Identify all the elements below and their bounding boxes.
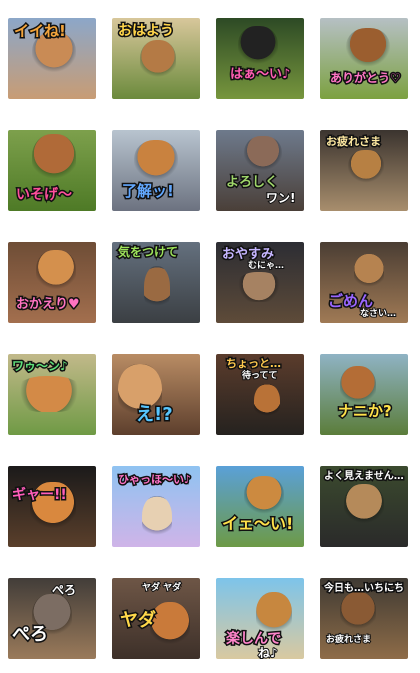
sticker-item[interactable]: お疲れさま [320,130,408,211]
sticker-item[interactable]: 気をつけて [112,242,200,323]
sticker-grid: イイね! おはよう はぁ〜い♪ ありがとう♡ いそげ〜 了解ッ! よろしく ワン! お疲れさまお… [8,18,408,659]
sticker-item[interactable]: 楽しんで ね♪ [216,578,304,659]
sticker-item[interactable]: ナニか? [320,354,408,435]
sticker-caption: はぁ〜い♪ [228,67,291,83]
sticker-item[interactable]: ヤダ ヤダ ヤダ [112,578,200,659]
sticker-item[interactable]: ギャー!! [8,466,96,547]
dog-image [344,484,384,526]
sticker-item[interactable]: おかえり♥ [8,242,96,323]
sticker-caption: ヤダ [119,610,158,631]
dog-image [14,376,84,412]
sticker-subcaption: ぺろ [51,583,77,597]
dog-image [254,384,280,420]
sticker-item[interactable]: よく見えません… [320,466,408,547]
dog-image [256,592,292,636]
sticker-caption: 了解ッ! [121,182,176,200]
dog-image [244,136,282,172]
sticker-caption: イェ〜い! [220,514,294,533]
sticker-caption: お疲れさま [325,135,383,149]
sticker-caption: ちょっと… [225,357,283,371]
sticker-item[interactable]: ワゥ〜ン♪ [8,354,96,435]
sticker-caption: ぺろ [11,624,50,645]
sticker-caption: ワゥ〜ン♪ [11,359,70,374]
dog-image [142,496,172,540]
sticker-caption: え!? [135,404,175,425]
sticker-caption: いそげ〜 [15,187,74,204]
sticker-item[interactable]: ちょっと… 待ってて [216,354,304,435]
sticker-caption: ありがとう♡ [329,71,403,86]
dog-image [354,254,384,290]
sticker-subcaption: なさい… [359,309,397,320]
sticker-item[interactable]: ひゃっほ〜い♪ [112,466,200,547]
sticker-caption: ナニか? [337,402,394,420]
sticker-item[interactable]: おやすみ むにゃ… [216,242,304,323]
sticker-subcaption: ヤダ ヤダ [141,583,182,594]
dog-image [238,26,278,66]
dog-image [346,28,390,68]
sticker-item[interactable]: いそげ〜 [8,130,96,211]
sticker-subcaption: 待ってて [241,371,279,382]
sticker-item[interactable]: イェ〜い! [216,466,304,547]
dog-image [348,150,384,184]
sticker-subcaption: ワン! [265,191,297,205]
dog-image [140,40,176,80]
dog-image [144,266,170,312]
sticker-item[interactable]: よろしく ワン! [216,130,304,211]
dog-image [32,134,76,182]
dog-image [150,602,190,648]
sticker-caption: よろしく [224,175,279,191]
sticker-item[interactable]: はぁ〜い♪ [216,18,304,99]
sticker-caption: イイね! [13,22,68,40]
sticker-item[interactable]: イイね! [8,18,96,99]
dog-image [340,592,376,632]
dog-image [134,140,178,182]
dog-image [340,366,376,406]
sticker-caption: よく見えません… [323,470,406,483]
dog-image [236,272,282,302]
sticker-item[interactable]: おはよう [112,18,200,99]
sticker-caption: ひゃっほ〜い♪ [116,473,192,487]
sticker-caption: 今日も…いちにち [323,582,406,595]
sticker-caption: おやすみ [220,247,275,263]
sticker-caption: ごめん [326,292,374,310]
sticker-caption: おはよう [117,23,176,40]
sticker-item[interactable]: 了解ッ! [112,130,200,211]
sticker-item[interactable]: ぺろ ぺろ [8,578,96,659]
sticker-item[interactable]: ごめん なさい… [320,242,408,323]
sticker-caption: 気をつけて [116,245,179,260]
sticker-item[interactable]: え!? [112,354,200,435]
sticker-item[interactable]: 今日も…いちにち お疲れさま [320,578,408,659]
sticker-item[interactable]: ありがとう♡ [320,18,408,99]
sticker-caption: 楽しんで [224,631,282,648]
sticker-subcaption: お疲れさま [325,635,372,646]
dog-image [244,476,284,516]
sticker-caption: おかえり♥ [15,297,82,313]
sticker-caption: ギャー!! [11,487,69,504]
sticker-subcaption: むにゃ… [247,261,285,272]
dog-image [36,250,76,292]
sticker-subcaption: ね♪ [257,646,279,659]
